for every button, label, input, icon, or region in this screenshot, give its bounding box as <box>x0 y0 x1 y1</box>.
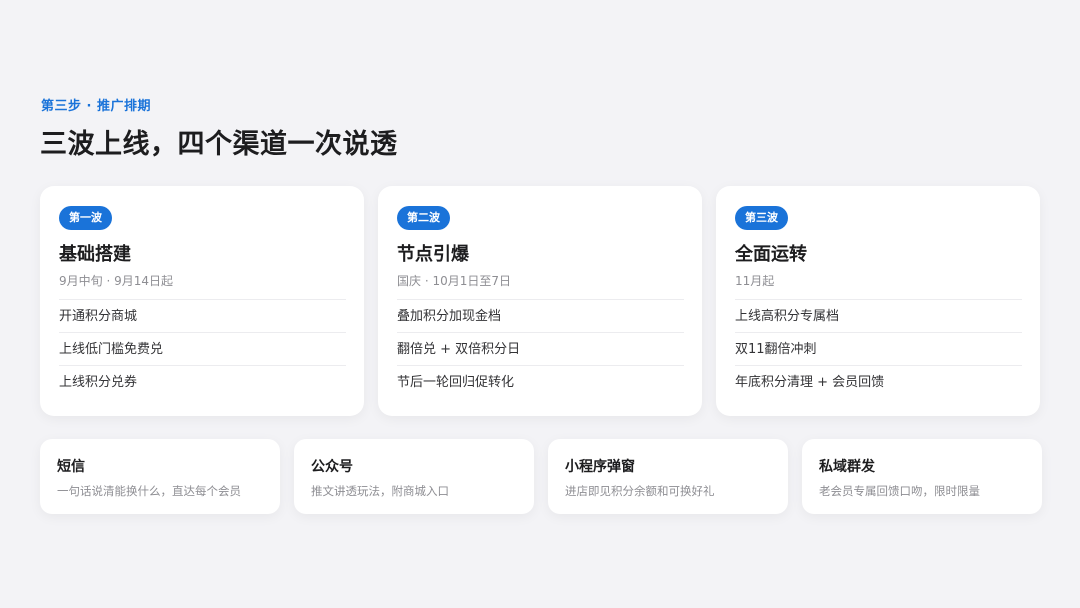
wave-badge: 第三波 <box>735 206 788 230</box>
page-title: 三波上线，四个渠道一次说透 <box>40 129 398 160</box>
channel-card-sms: 短信 一句话说清能换什么，直达每个会员 <box>40 439 280 514</box>
channel-description: 进店即见积分余额和可换好礼 <box>565 484 715 498</box>
channel-cards: 短信 一句话说清能换什么，直达每个会员 公众号 推文讲透玩法，附商城入口 小程序… <box>40 439 1042 514</box>
channel-description: 推文讲透玩法，附商城入口 <box>311 484 449 498</box>
channel-title: 公众号 <box>311 459 353 475</box>
wave-task-list: 上线高积分专属档 双11翻倍冲刺 年底积分清理 + 会员回馈 <box>735 299 1022 399</box>
channel-description: 一句话说清能换什么，直达每个会员 <box>57 484 241 498</box>
channel-card-official-account: 公众号 推文讲透玩法，附商城入口 <box>294 439 534 514</box>
wave-task-list: 开通积分商城 上线低门槛免费兑 上线积分兑券 <box>59 299 346 399</box>
wave-date: 11月起 <box>735 274 775 288</box>
wave-badge: 第一波 <box>59 206 112 230</box>
wave-title: 基础搭建 <box>59 244 131 265</box>
wave-task-item: 上线高积分专属档 <box>735 300 1022 333</box>
wave-badge: 第二波 <box>397 206 450 230</box>
wave-date: 国庆 · 10月1日至7日 <box>397 274 511 288</box>
wave-task-item: 上线低门槛免费兑 <box>59 333 346 366</box>
step-label: 第三步 · 推广排期 <box>41 99 151 114</box>
channel-description: 老会员专属回馈口吻，限时限量 <box>819 484 980 498</box>
wave-task-item: 年底积分清理 + 会员回馈 <box>735 375 885 390</box>
wave-title: 节点引爆 <box>397 244 469 265</box>
wave-task-item: 上线积分兑券 <box>59 375 138 390</box>
wave-card-2: 第二波 节点引爆 国庆 · 10月1日至7日 叠加积分加现金档 翻倍兑 + 双倍… <box>378 186 702 416</box>
wave-task-item: 双11翻倍冲刺 <box>735 333 1022 366</box>
channel-title: 短信 <box>57 459 85 475</box>
wave-date: 9月中旬 · 9月14日起 <box>59 274 173 288</box>
wave-task-item: 节后一轮回归促转化 <box>397 375 515 390</box>
channel-card-mini-program-popup: 小程序弹窗 进店即见积分余额和可换好礼 <box>548 439 788 514</box>
wave-card-3: 第三波 全面运转 11月起 上线高积分专属档 双11翻倍冲刺 年底积分清理 + … <box>716 186 1040 416</box>
wave-task-item: 翻倍兑 + 双倍积分日 <box>397 333 684 366</box>
wave-task-list: 叠加积分加现金档 翻倍兑 + 双倍积分日 节后一轮回归促转化 <box>397 299 684 399</box>
wave-title: 全面运转 <box>735 244 807 265</box>
wave-cards: 第一波 基础搭建 9月中旬 · 9月14日起 开通积分商城 上线低门槛免费兑 上… <box>40 186 1040 416</box>
wave-task-item: 开通积分商城 <box>59 300 346 333</box>
wave-task-item: 叠加积分加现金档 <box>397 300 684 333</box>
channel-title: 小程序弹窗 <box>565 459 635 475</box>
slide: 第三步 · 推广排期 三波上线，四个渠道一次说透 第一波 基础搭建 9月中旬 ·… <box>0 0 1080 608</box>
channel-title: 私域群发 <box>819 459 875 475</box>
channel-card-private-group: 私域群发 老会员专属回馈口吻，限时限量 <box>802 439 1042 514</box>
wave-card-1: 第一波 基础搭建 9月中旬 · 9月14日起 开通积分商城 上线低门槛免费兑 上… <box>40 186 364 416</box>
